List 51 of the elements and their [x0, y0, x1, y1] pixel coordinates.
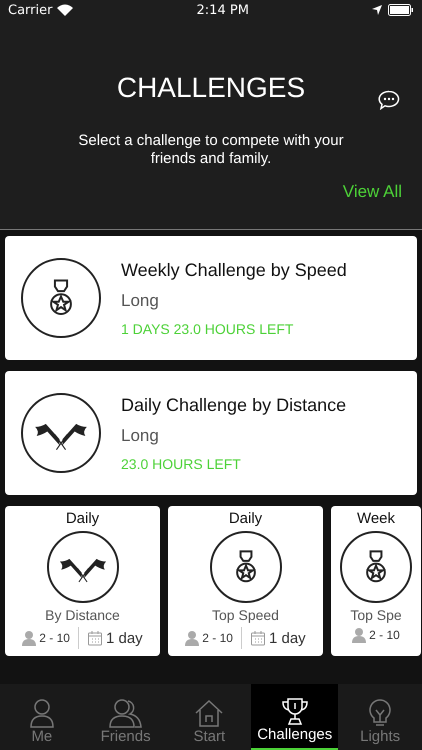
challenge-card[interactable]: Daily Challenge by Distance Long 23.0 HOURS LEFT	[5, 371, 417, 495]
player-count: 2 - 10	[39, 631, 70, 645]
player-count: 2 - 10	[202, 631, 233, 645]
person-icon	[185, 630, 200, 646]
challenge-length: Long	[121, 426, 160, 446]
people-icon	[108, 698, 144, 728]
time-left: 23.0 HOURS LEFT	[121, 456, 242, 472]
wifi-icon	[57, 4, 74, 16]
clock: 2:14 PM	[196, 2, 249, 18]
challenge-tile[interactable]: Daily Top Speed 2 - 10 1 day	[168, 506, 323, 656]
medal-icon	[210, 531, 282, 603]
subtitle: Select a challenge to compete with your friends and family.	[77, 132, 345, 168]
challenge-tile[interactable]: Daily By Distance 2 - 10 1 day	[5, 506, 160, 656]
person-icon	[352, 627, 366, 643]
duration: 1 day	[268, 630, 306, 646]
medal-icon	[21, 258, 101, 338]
challenge-period: Daily	[66, 510, 100, 527]
crossed-flags-icon	[21, 393, 101, 473]
tab[interactable]: Start	[167, 684, 252, 750]
tab[interactable]: Challenges	[251, 684, 338, 750]
challenge-period: Week	[356, 510, 396, 527]
challenge-title: Daily Challenge by Distance	[121, 394, 346, 416]
challenge-period: Daily	[228, 510, 262, 527]
challenge-tile[interactable]: Week Top Spe 2 - 10	[331, 506, 421, 656]
person-icon	[22, 630, 36, 646]
challenge-type: Top Spe	[350, 607, 402, 623]
challenge-type: Top Speed	[212, 607, 279, 623]
chat-bubble-icon[interactable]	[378, 90, 400, 110]
trophy-icon	[280, 696, 310, 726]
duration: 1 day	[106, 630, 143, 646]
house-icon	[194, 698, 224, 728]
player-count: 2 - 10	[369, 628, 400, 642]
tab[interactable]: Me	[0, 684, 84, 750]
carrier-label: Carrier	[8, 2, 52, 18]
view-all-link[interactable]: View All	[342, 182, 402, 202]
crossed-flags-icon	[46, 531, 118, 603]
tab[interactable]: Lights	[338, 684, 422, 750]
location-arrow-icon	[372, 5, 382, 15]
challenge-type: By Distance	[45, 607, 120, 623]
calendar-icon	[86, 630, 103, 646]
person-icon	[28, 698, 55, 728]
page-title: CHALLENGES	[116, 72, 306, 104]
challenge-card[interactable]: Weekly Challenge by Speed Long 1 DAYS 23.0 HOURS LEFT	[5, 236, 417, 360]
challenge-length: Long	[121, 290, 160, 310]
challenge-title: Weekly Challenge by Speed	[121, 260, 347, 280]
time-left: 1 DAYS 23.0 HOURS LEFT	[121, 320, 294, 336]
lightbulb-icon	[367, 698, 394, 728]
tab[interactable]: Friends	[84, 684, 168, 750]
medal-icon	[340, 531, 412, 603]
battery-icon	[388, 4, 414, 16]
calendar-icon	[250, 630, 266, 646]
